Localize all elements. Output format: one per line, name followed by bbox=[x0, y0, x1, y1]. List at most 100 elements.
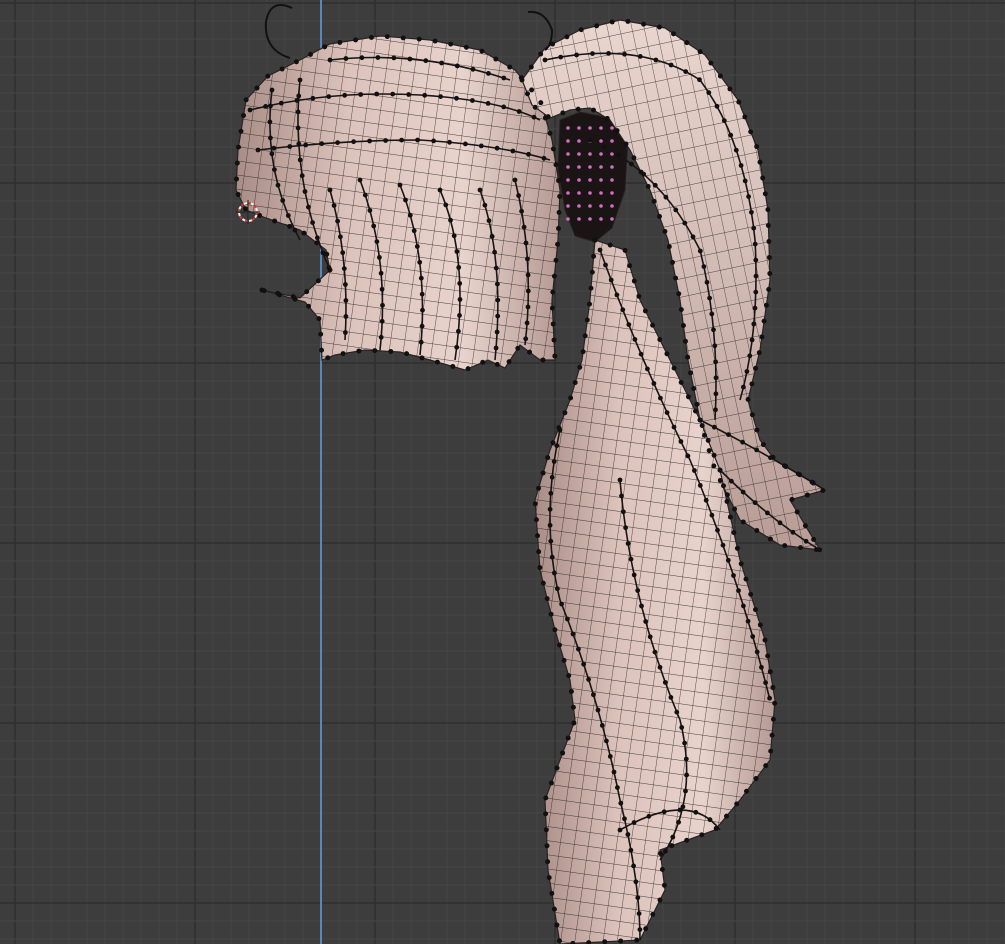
mesh-vertex[interactable] bbox=[318, 331, 324, 337]
selected-vertex[interactable] bbox=[610, 139, 614, 143]
mesh-vertex[interactable] bbox=[272, 167, 277, 173]
mesh-vertex[interactable] bbox=[447, 139, 452, 145]
mesh-vertex[interactable] bbox=[604, 738, 609, 744]
mesh-vertex[interactable] bbox=[310, 220, 315, 226]
mesh-vertex[interactable] bbox=[713, 359, 718, 365]
mesh-vertex[interactable] bbox=[638, 351, 644, 357]
mesh-vertex[interactable] bbox=[762, 191, 768, 197]
mesh-vertex[interactable] bbox=[556, 178, 561, 183]
mesh-vertex[interactable] bbox=[637, 927, 643, 932]
mesh-vertex[interactable] bbox=[643, 308, 648, 314]
mesh-vertex[interactable] bbox=[587, 301, 592, 307]
mesh-vertex[interactable] bbox=[794, 509, 800, 515]
mesh-vertex[interactable] bbox=[419, 291, 425, 297]
mesh-vertex[interactable] bbox=[456, 265, 462, 270]
mesh-vertex[interactable] bbox=[463, 141, 468, 147]
mesh-vertex[interactable] bbox=[257, 213, 262, 218]
mesh-vertex[interactable] bbox=[582, 333, 588, 339]
mesh-vertex[interactable] bbox=[327, 187, 333, 193]
mesh-vertex[interactable] bbox=[727, 86, 733, 92]
mesh-vertex[interactable] bbox=[556, 226, 561, 231]
mesh-vertex[interactable] bbox=[295, 125, 301, 131]
mesh-vertex[interactable] bbox=[759, 664, 764, 670]
mesh-vertex[interactable] bbox=[319, 141, 325, 147]
mesh-vertex[interactable] bbox=[549, 780, 554, 786]
mesh-vertex[interactable] bbox=[683, 788, 688, 794]
mesh-vertex[interactable] bbox=[448, 217, 453, 223]
mesh-vertex[interactable] bbox=[693, 809, 699, 815]
mesh-vertex[interactable] bbox=[678, 439, 684, 444]
mesh-vertex[interactable] bbox=[662, 680, 668, 685]
mesh-vertex[interactable] bbox=[571, 720, 577, 726]
mesh-vertex[interactable] bbox=[767, 271, 773, 276]
mesh-vertex[interactable] bbox=[617, 477, 623, 483]
mesh-vertex[interactable] bbox=[657, 24, 662, 30]
mesh-vertex[interactable] bbox=[568, 395, 573, 401]
mesh-vertex[interactable] bbox=[570, 631, 576, 637]
mesh-vertex[interactable] bbox=[550, 440, 556, 445]
mesh-vertex[interactable] bbox=[493, 265, 499, 271]
mesh-vertex[interactable] bbox=[709, 512, 715, 518]
mesh-vertex[interactable] bbox=[335, 140, 340, 146]
mesh-vertex[interactable] bbox=[326, 265, 332, 270]
mesh-vertex[interactable] bbox=[725, 492, 730, 498]
mesh-vertex[interactable] bbox=[378, 270, 384, 276]
mesh-vertex[interactable] bbox=[418, 275, 424, 281]
mesh-vertex[interactable] bbox=[544, 843, 550, 849]
mesh-vertex[interactable] bbox=[742, 178, 748, 184]
mesh-vertex[interactable] bbox=[319, 347, 324, 353]
selected-vertex[interactable] bbox=[566, 178, 570, 182]
selected-vertex[interactable] bbox=[599, 178, 603, 182]
mesh-vertex[interactable] bbox=[516, 109, 522, 114]
mesh-vertex[interactable] bbox=[325, 355, 331, 361]
mesh-vertex[interactable] bbox=[564, 34, 570, 40]
mesh-vertex[interactable] bbox=[645, 184, 651, 189]
mesh-vertex[interactable] bbox=[296, 141, 302, 147]
mesh-vertex[interactable] bbox=[820, 488, 826, 493]
mesh-vertex[interactable] bbox=[768, 748, 774, 754]
mesh-vertex[interactable] bbox=[457, 281, 463, 286]
mesh-vertex[interactable] bbox=[699, 832, 705, 838]
mesh-vertex[interactable] bbox=[342, 92, 348, 98]
selected-vertex[interactable] bbox=[577, 178, 581, 182]
mesh-vertex[interactable] bbox=[590, 51, 595, 56]
mesh-vertex[interactable] bbox=[549, 891, 555, 896]
mesh-vertex[interactable] bbox=[540, 470, 546, 476]
mesh-vertex[interactable] bbox=[759, 334, 765, 340]
mesh-vertex[interactable] bbox=[711, 327, 716, 333]
mesh-vertex[interactable] bbox=[725, 557, 731, 563]
mesh-vertex[interactable] bbox=[754, 427, 760, 433]
mesh-vertex[interactable] bbox=[736, 588, 741, 593]
mesh-vertex[interactable] bbox=[538, 51, 544, 57]
mesh-vertex[interactable] bbox=[743, 576, 749, 582]
mesh-vertex[interactable] bbox=[679, 725, 685, 730]
mesh-vertex[interactable] bbox=[709, 311, 715, 317]
mesh-vertex[interactable] bbox=[501, 75, 507, 81]
mesh-vertex[interactable] bbox=[552, 273, 557, 279]
mesh-vertex[interactable] bbox=[597, 247, 603, 253]
mesh-vertex[interactable] bbox=[699, 423, 705, 428]
selected-vertex[interactable] bbox=[610, 204, 614, 208]
mesh-vertex[interactable] bbox=[576, 646, 581, 652]
mesh-vertex[interactable] bbox=[541, 155, 547, 161]
mesh-vertex[interactable] bbox=[343, 314, 349, 319]
mesh-vertex[interactable] bbox=[715, 527, 720, 533]
mesh-vertex[interactable] bbox=[636, 293, 642, 299]
mesh-vertex[interactable] bbox=[753, 257, 759, 263]
mesh-vertex[interactable] bbox=[753, 776, 759, 781]
mesh-vertex[interactable] bbox=[749, 209, 754, 215]
mesh-vertex[interactable] bbox=[316, 316, 322, 321]
mesh-vertex[interactable] bbox=[454, 95, 459, 101]
mesh-vertex[interactable] bbox=[769, 732, 775, 738]
mesh-vertex[interactable] bbox=[618, 800, 624, 806]
mesh-vertex[interactable] bbox=[678, 380, 684, 385]
mesh-vertex[interactable] bbox=[751, 321, 757, 327]
mesh-vertex[interactable] bbox=[540, 580, 546, 586]
mesh-vertex[interactable] bbox=[493, 345, 499, 351]
mesh-vertex[interactable] bbox=[753, 365, 758, 371]
mesh-vertex[interactable] bbox=[287, 144, 293, 149]
mesh-vertex[interactable] bbox=[480, 359, 486, 365]
mesh-vertex[interactable] bbox=[495, 297, 501, 303]
selected-vertex[interactable] bbox=[610, 217, 614, 221]
mesh-vertex[interactable] bbox=[705, 438, 711, 443]
